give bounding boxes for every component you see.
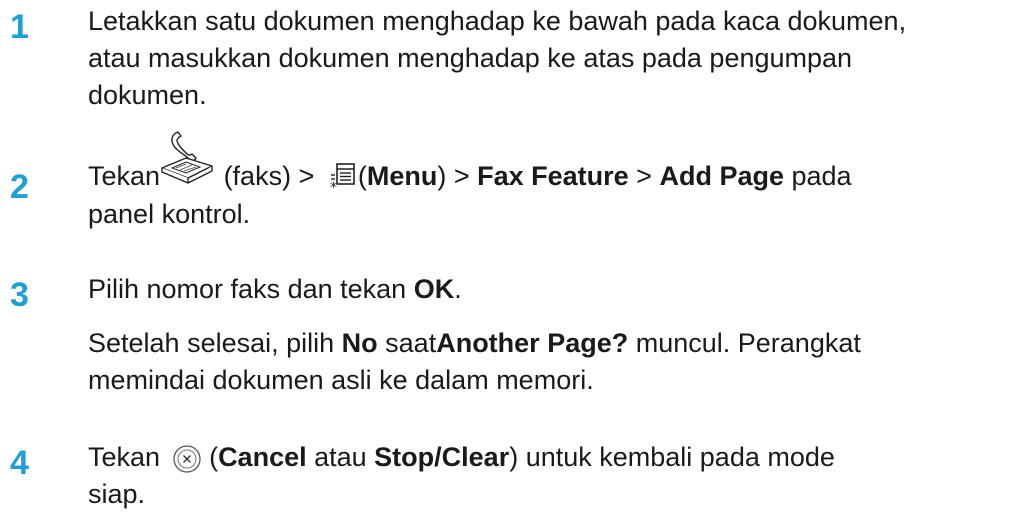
step-3-line-1: Pilih nomor faks dan tekan OK. [88,271,1023,308]
step-number: 4 [10,444,29,482]
cancel-icon [172,444,202,474]
svg-text:*: * [330,180,337,193]
step-1-text: Letakkan satu dokumen menghadap ke bawah… [88,3,1023,114]
step-number: 1 [10,8,29,46]
step-2-line-1: Tekan (faks) > * (Menu) > Fax Feature > … [88,131,1023,196]
saat-text: saat [377,328,437,358]
tekan-text: Tekan [88,442,168,472]
step-3-text: Pilih nomor faks dan tekan OK. [88,271,1023,308]
muncul-text: muncul. Perangkat [628,328,861,358]
open-paren: ( [201,442,219,472]
ok-label: OK [413,274,455,304]
menu-label: Menu [366,161,438,191]
tekan-text: Tekan [88,161,161,191]
pilih-text: Pilih nomor faks dan tekan [88,274,414,304]
cancel-label: Cancel [218,442,307,472]
step-number: 3 [10,276,29,314]
step-1-line-2: atau masukkan dokumen menghadap ke atas … [88,43,853,73]
step-2-text: Tekan (faks) > * (Menu) > Fax Feature > … [88,131,1023,233]
menu-close: ) > [437,161,478,191]
faks-text: (faks) > [216,161,322,191]
period: . [454,274,462,304]
step-4-line-2: siap. [88,479,146,509]
step-number: 2 [10,168,29,206]
pada-text: pada [783,161,852,191]
menu-icon: * [326,163,358,193]
fax-feature-label: Fax Feature [477,161,629,191]
step-1-line-1: Letakkan satu dokumen menghadap ke bawah… [88,6,907,36]
fax-icon [160,131,216,196]
setelah-text: Setelah selesai, pilih [88,328,342,358]
step-4-line-1: Tekan (Cancel atau Stop/Clear) untuk kem… [88,439,1023,476]
step-2-line-2: panel kontrol. [88,198,251,229]
step-3-subtext: Setelah selesai, pilih No saatAnother Pa… [88,325,1023,399]
untuk-text: ) untuk kembali pada mode [509,442,835,472]
no-label: No [341,328,378,358]
separator: > [628,161,660,191]
step-3-sub-line-1: Setelah selesai, pilih No saatAnother Pa… [88,325,1023,362]
add-page-label: Add Page [659,161,784,191]
step-3-sub-line-2: memindai dokumen asli ke dalam memori. [88,365,594,395]
step-1-line-3: dokumen. [88,80,207,110]
step-4-text: Tekan (Cancel atau Stop/Clear) untuk kem… [88,439,1023,513]
another-page-label: Another Page? [436,328,629,358]
stop-clear-label: Stop/Clear [374,442,510,472]
atau-text: atau [306,442,375,472]
